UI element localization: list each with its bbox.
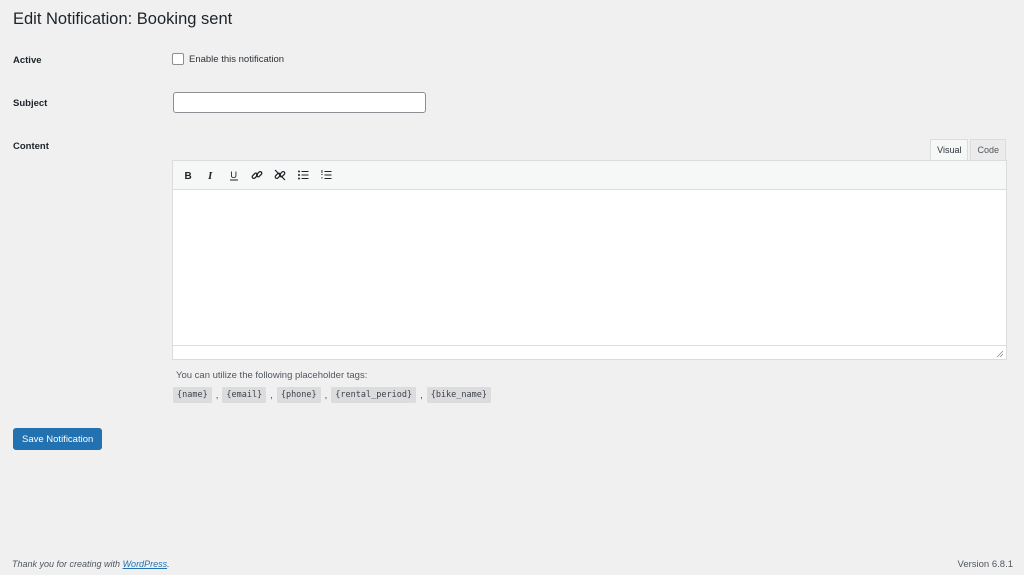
editor-tabs: Visual Code — [930, 139, 1006, 160]
subject-label: Subject — [13, 98, 48, 109]
version-label: Version 6.8.1 — [957, 559, 1013, 570]
link-icon[interactable] — [248, 166, 266, 184]
placeholder-tag-bike-name: {bike_name} — [426, 387, 491, 403]
tag-separator: , — [270, 389, 273, 401]
italic-icon[interactable]: I — [202, 166, 220, 184]
placeholder-tag-phone: {phone} — [276, 387, 321, 403]
tab-code[interactable]: Code — [970, 139, 1006, 160]
placeholder-intro: You can utilize the following placeholde… — [176, 370, 368, 381]
numbered-list-icon[interactable] — [317, 166, 335, 184]
unlink-icon[interactable] — [271, 166, 289, 184]
resize-handle-icon[interactable] — [996, 350, 1003, 357]
editor-statusbar — [173, 345, 1006, 359]
placeholder-tag-name: {name} — [173, 387, 212, 403]
bulleted-list-icon[interactable] — [294, 166, 312, 184]
enable-notification-toggle[interactable]: Enable this notification — [172, 53, 284, 65]
editor-content-area[interactable] — [173, 190, 1006, 345]
tag-separator: , — [215, 389, 219, 401]
underline-icon[interactable]: U — [225, 166, 243, 184]
editor-toolbar: B I U — [173, 161, 1006, 190]
placeholder-tags: {name} , {email} , {phone} , {rental_per… — [173, 387, 491, 403]
tag-separator: , — [420, 389, 423, 401]
footer-thanks: Thank you for creating with WordPress. — [12, 559, 170, 569]
content-label: Content — [13, 141, 49, 152]
page-title: Edit Notification: Booking sent — [13, 10, 233, 28]
save-notification-button[interactable]: Save Notification — [13, 428, 103, 450]
tab-visual[interactable]: Visual — [930, 139, 969, 160]
enable-notification-checkbox[interactable] — [172, 53, 184, 65]
svg-text:I: I — [207, 170, 213, 181]
footer-thanks-suffix: . — [167, 559, 170, 569]
wordpress-link[interactable]: WordPress — [123, 559, 168, 569]
footer-thanks-prefix: Thank you for creating with — [12, 559, 123, 569]
placeholder-tag-rental-period: {rental_period} — [331, 387, 417, 403]
active-label: Active — [13, 55, 42, 66]
bold-icon[interactable]: B — [179, 166, 197, 184]
enable-notification-label[interactable]: Enable this notification — [189, 54, 284, 65]
svg-text:U: U — [230, 170, 237, 181]
content-editor: B I U — [172, 160, 1007, 360]
placeholder-tag-email: {email} — [222, 387, 267, 403]
subject-input[interactable] — [173, 92, 426, 113]
svg-text:B: B — [185, 171, 192, 181]
tag-separator: , — [324, 389, 328, 401]
